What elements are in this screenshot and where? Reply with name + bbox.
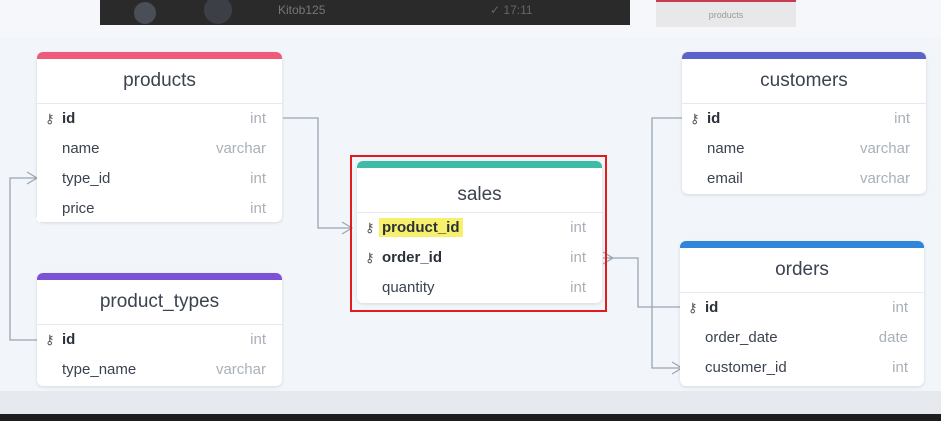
field-type: varchar xyxy=(859,170,910,187)
key-icon: ⚷ xyxy=(45,111,55,126)
video-bottom-bar xyxy=(0,391,941,421)
field-type: varchar xyxy=(215,140,266,157)
table-title: customers xyxy=(682,59,926,104)
table-product-types[interactable]: product_types ⚷ id int type_name varchar xyxy=(37,273,282,386)
field-type: int xyxy=(250,331,266,348)
table-products[interactable]: products ⚷ id int name varchar type_id int p… xyxy=(37,52,282,222)
table-orders[interactable]: orders ⚷ id int order_date date customer_id… xyxy=(680,241,924,386)
field-row[interactable]: ⚷ id int xyxy=(37,104,282,134)
field-name: type_name xyxy=(62,361,137,378)
key-icon: ⚷ xyxy=(688,300,698,315)
field-name: price xyxy=(62,200,95,217)
field-row[interactable]: name varchar xyxy=(37,134,282,164)
field-row[interactable]: ⚷ id int xyxy=(682,104,926,134)
table-color-bar xyxy=(37,52,282,59)
link-producttypes-products xyxy=(9,177,37,341)
field-type: varchar xyxy=(859,140,910,157)
field-type: varchar xyxy=(215,361,266,378)
field-type: int xyxy=(250,170,266,187)
field-name: type_id xyxy=(62,170,111,187)
selection-highlight-box xyxy=(350,155,607,312)
bottom-dark-strip xyxy=(0,414,941,421)
field-row[interactable]: name varchar xyxy=(682,134,926,164)
table-color-bar xyxy=(682,52,926,59)
field-name: name xyxy=(707,140,745,157)
field-type: int xyxy=(250,200,266,217)
field-row[interactable]: type_id int xyxy=(37,164,282,194)
field-row[interactable]: price int xyxy=(37,194,282,222)
table-title: products xyxy=(37,59,282,104)
field-name: order_date xyxy=(705,329,778,346)
key-icon: ⚷ xyxy=(45,332,55,347)
link-products-sales xyxy=(283,117,350,229)
field-name: name xyxy=(62,140,100,157)
field-row[interactable]: email varchar xyxy=(682,164,926,194)
field-name: customer_id xyxy=(705,359,787,376)
field-name: id xyxy=(62,331,76,348)
field-row[interactable]: ⚷ id int xyxy=(37,325,282,355)
link-customers-orders xyxy=(651,117,682,369)
field-name: id xyxy=(62,110,76,127)
field-row[interactable]: customer_id int xyxy=(680,353,924,383)
key-icon: ⚷ xyxy=(690,111,700,126)
field-type: int xyxy=(892,359,908,376)
field-row[interactable]: order_date date xyxy=(680,323,924,353)
table-color-bar xyxy=(680,241,924,248)
field-name: id xyxy=(705,299,719,316)
field-row[interactable]: ⚷ id int xyxy=(680,293,924,323)
field-type: date xyxy=(878,329,908,346)
field-type: int xyxy=(250,110,266,127)
table-color-bar xyxy=(37,273,282,280)
field-type: int xyxy=(894,110,910,127)
table-title: orders xyxy=(680,248,924,293)
field-type: int xyxy=(892,299,908,316)
table-customers[interactable]: customers ⚷ id int name varchar email varcha… xyxy=(682,52,926,194)
table-title: product_types xyxy=(37,280,282,325)
chevron-left-icon[interactable]: ‹ xyxy=(35,207,42,230)
field-name: email xyxy=(707,170,743,187)
field-row[interactable]: type_name varchar xyxy=(37,355,282,385)
field-name: id xyxy=(707,110,721,127)
link-sales-orders xyxy=(603,257,680,308)
